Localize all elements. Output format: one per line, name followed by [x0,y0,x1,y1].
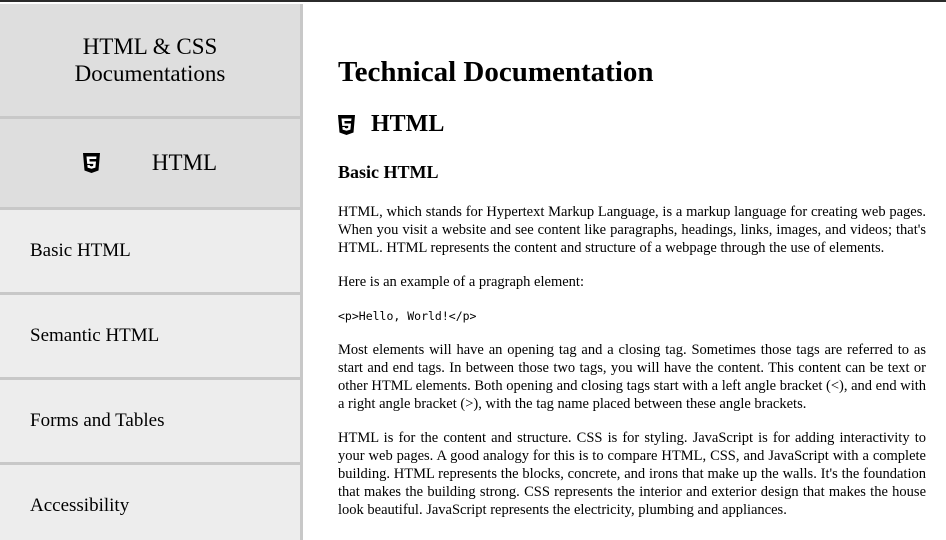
main-content: Technical Documentation HTML Basic HTML … [338,4,926,540]
sidebar-item-semantic-html[interactable]: Semantic HTML [0,295,300,380]
section-heading: HTML [338,110,926,138]
sidebar-item-forms-and-tables[interactable]: Forms and Tables [0,380,300,465]
sidebar-title-text: HTML & CSS Documentations [74,34,226,86]
sidebar-item-label: Forms and Tables [30,410,165,431]
sidebar-item-label: Accessibility [30,495,130,516]
paragraph: HTML is for the content and structure. C… [338,430,926,518]
paragraph: Most elements will have an opening tag a… [338,342,926,412]
sidebar-section-html[interactable]: HTML [0,119,300,210]
code-example: <p>Hello, World!</p> [338,309,477,323]
sidebar: HTML & CSS Documentations HTML Basic HTM… [0,4,303,540]
html5-icon [338,114,355,135]
sidebar-section-label: HTML [151,150,218,175]
sidebar-title: HTML & CSS Documentations [0,4,300,119]
sidebar-item-accessibility[interactable]: Accessibility [0,465,300,540]
sidebar-item-label: Semantic HTML [30,325,160,346]
subsection-heading: Basic HTML [338,162,439,182]
section-heading-text: HTML [371,111,445,137]
paragraph: HTML, which stands for Hypertext Markup … [338,204,926,256]
sidebar-item-basic-html[interactable]: Basic HTML [0,210,300,295]
paragraph: Here is an example of a pragraph element… [338,274,584,290]
html5-icon [82,153,100,173]
sidebar-item-label: Basic HTML [30,240,131,261]
page-title: Technical Documentation [338,56,654,88]
